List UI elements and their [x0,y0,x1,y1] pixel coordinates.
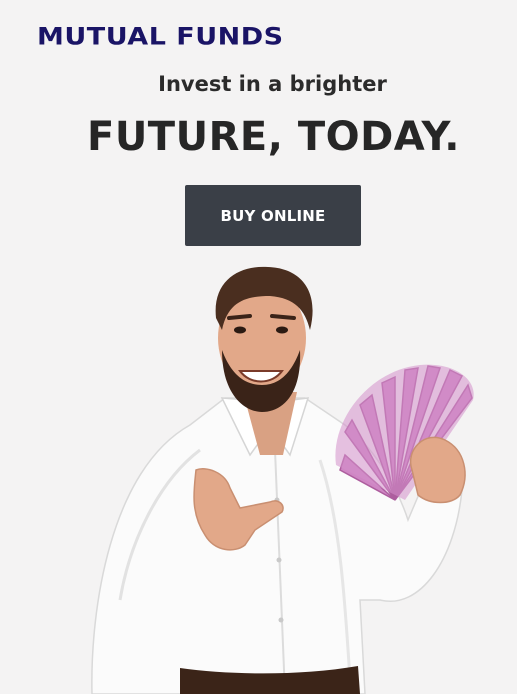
hero-headline: FUTURE, TODAY. [87,114,460,160]
buy-online-button[interactable]: BUY ONLINE [185,185,361,246]
hero-subtitle: Invest in a brighter [158,72,387,96]
hero-photo [91,266,474,694]
brand-logo: MUTUAL FUNDS [37,23,284,51]
